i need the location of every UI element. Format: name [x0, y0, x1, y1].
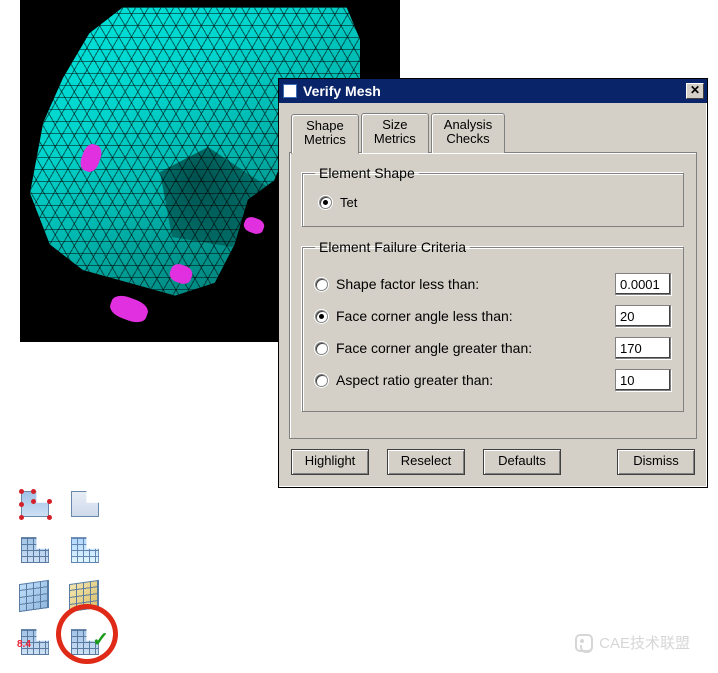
failure-criteria-group: Element Failure Criteria Shape factor le…	[302, 239, 684, 412]
dismiss-button[interactable]: Dismiss	[617, 449, 695, 475]
close-button[interactable]: ✕	[686, 83, 704, 99]
corner-angle-gt-field[interactable]	[615, 337, 671, 359]
group-legend: Element Shape	[315, 165, 419, 181]
tab-size-metrics[interactable]: Size Metrics	[361, 113, 429, 153]
verify-mesh-dialog: Verify Mesh ✕ Shape Metrics Size Metrics…	[278, 78, 708, 488]
watermark: CAE技术联盟	[575, 632, 690, 653]
tab-label: Analysis	[444, 117, 492, 132]
tab-analysis-checks[interactable]: Analysis Checks	[431, 113, 505, 153]
group-legend: Element Failure Criteria	[315, 239, 470, 255]
criteria-label: Face corner angle greater than:	[336, 340, 615, 356]
window-icon	[283, 84, 297, 98]
tab-label: Size	[382, 117, 407, 132]
tab-label: Shape	[306, 118, 344, 133]
tab-panel: Element Shape Tet Element Failure Criter…	[289, 152, 697, 439]
window-title: Verify Mesh	[303, 83, 381, 99]
radio-aspect-ratio[interactable]	[315, 374, 328, 387]
radio-corner-angle-gt[interactable]	[315, 342, 328, 355]
criteria-label: Aspect ratio greater than:	[336, 372, 615, 388]
highlight-circle	[56, 604, 118, 664]
radio-corner-angle-lt[interactable]	[315, 310, 328, 323]
titlebar[interactable]: Verify Mesh ✕	[279, 79, 707, 103]
radio-tet[interactable]	[319, 196, 332, 209]
element-shape-group: Element Shape Tet	[302, 165, 684, 227]
seed-size-icon[interactable]: 8.4	[17, 625, 55, 659]
watermark-text: CAE技术联盟	[599, 632, 690, 653]
tab-label: Metrics	[304, 132, 346, 147]
seed-part-icon[interactable]	[17, 487, 55, 521]
reselect-button[interactable]: Reselect	[387, 449, 465, 475]
tab-strip: Shape Metrics Size Metrics Analysis Chec…	[291, 113, 697, 153]
defaults-button[interactable]: Defaults	[483, 449, 561, 475]
criteria-label: Face corner angle less than:	[336, 308, 615, 324]
assign-element-type-icon[interactable]	[17, 579, 55, 613]
mesh-part-icon[interactable]	[17, 533, 55, 567]
wechat-icon	[575, 634, 593, 652]
failed-element-marker	[107, 292, 150, 326]
shape-factor-field[interactable]	[615, 273, 671, 295]
seed-edge-icon[interactable]	[67, 487, 105, 521]
tab-label: Checks	[446, 131, 489, 146]
corner-angle-lt-field[interactable]	[615, 305, 671, 327]
failed-element-marker	[242, 215, 266, 236]
highlight-button[interactable]: Highlight	[291, 449, 369, 475]
tab-label: Metrics	[374, 131, 416, 146]
radio-shape-factor[interactable]	[315, 278, 328, 291]
tab-shape-metrics[interactable]: Shape Metrics	[291, 114, 359, 154]
aspect-ratio-field[interactable]	[615, 369, 671, 391]
mesh-region-icon[interactable]	[67, 533, 105, 567]
criteria-label: Shape factor less than:	[336, 276, 615, 292]
radio-label: Tet	[340, 195, 357, 210]
